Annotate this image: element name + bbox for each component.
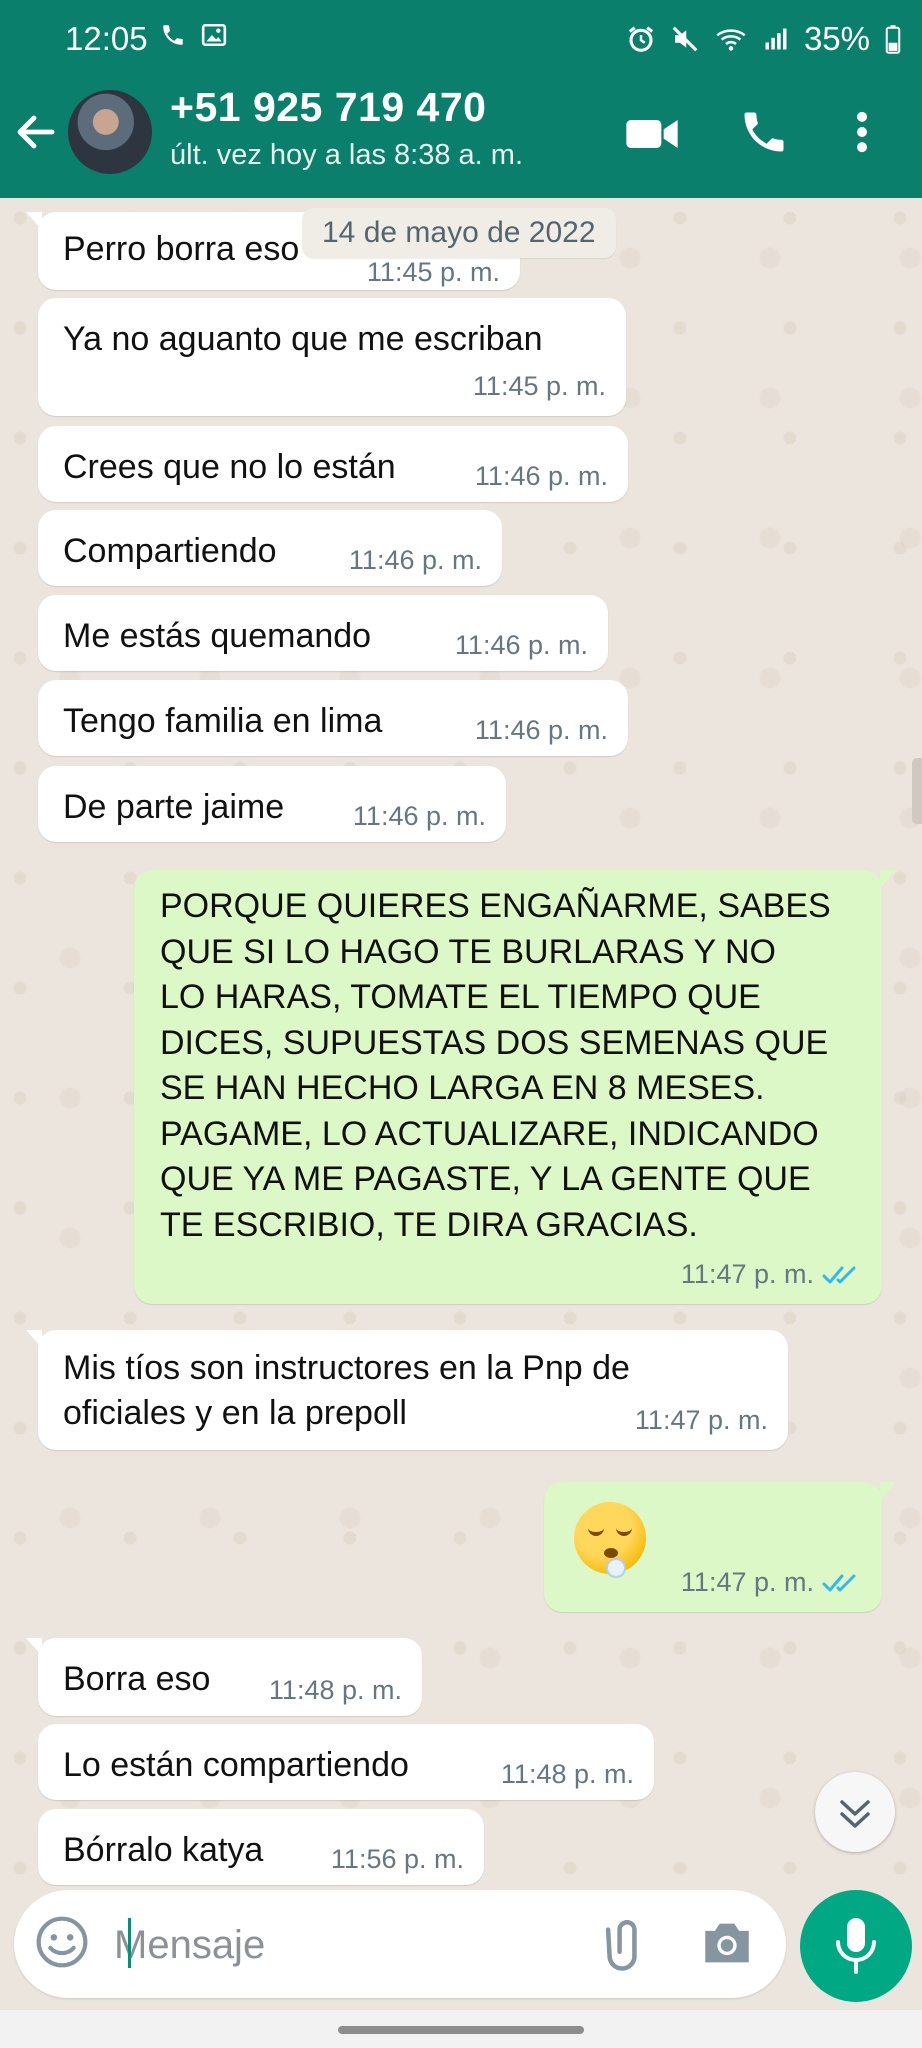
message-time: 11:48 p. m. bbox=[268, 1675, 402, 1705]
message-outgoing[interactable]: PORQUE QUIERES ENGAÑARME, SABES QUE SI L… bbox=[134, 870, 896, 1304]
message-text: De parte jaime bbox=[63, 788, 285, 826]
message-text: Mis tíos son instructores en la Pnp de o… bbox=[63, 1349, 630, 1432]
scroll-to-bottom-button[interactable] bbox=[815, 1772, 895, 1852]
mute-icon bbox=[672, 26, 698, 52]
message-time: 11:46 p. m. bbox=[474, 715, 608, 745]
wifi-icon bbox=[716, 29, 746, 51]
attach-button[interactable] bbox=[594, 1912, 658, 1976]
message-text: Crees que no lo están bbox=[63, 448, 396, 486]
message-time: 11:47 p. m. bbox=[680, 1567, 814, 1597]
video-call-icon bbox=[626, 120, 678, 148]
emoji-button[interactable] bbox=[34, 1914, 94, 1974]
phone-icon bbox=[163, 25, 183, 45]
back-button[interactable] bbox=[12, 108, 68, 168]
image-icon bbox=[201, 23, 227, 47]
voice-call-button[interactable] bbox=[738, 106, 798, 166]
contact-name: +51 925 719 470 bbox=[170, 84, 487, 130]
contact-info[interactable]: +51 925 719 470 últ. vez hoy a las 8:38 … bbox=[170, 84, 523, 172]
date-chip: 14 de mayo de 2022 bbox=[302, 208, 616, 258]
paperclip-icon bbox=[605, 1920, 637, 1971]
message-text: Me estás quemando bbox=[63, 617, 372, 655]
message-text: Compartiendo bbox=[63, 532, 277, 570]
camera-button[interactable] bbox=[698, 1914, 762, 1974]
message-text: Ya no aguanto que me escriban bbox=[63, 320, 543, 358]
camera-icon bbox=[705, 1923, 749, 1963]
message-text: Tengo familia en lima bbox=[63, 702, 383, 740]
message-incoming[interactable]: Bórralo katya 11:56 p. m. bbox=[38, 1809, 484, 1885]
status-bar: 12:05 35% bbox=[0, 0, 922, 80]
voice-message-button[interactable] bbox=[800, 1890, 912, 2002]
message-composer bbox=[14, 1890, 786, 1998]
message-incoming[interactable]: Me estás quemando 11:46 p. m. bbox=[38, 595, 608, 671]
double-check-icon bbox=[822, 1574, 856, 1591]
sleepy-face-emoji bbox=[574, 1502, 646, 1578]
chevron-double-down-icon bbox=[840, 1800, 870, 1828]
message-time: 11:46 p. m. bbox=[454, 630, 588, 660]
message-time: 11:47 p. m. bbox=[634, 1405, 768, 1435]
home-gesture-handle[interactable] bbox=[338, 2026, 584, 2034]
double-check-icon bbox=[822, 1266, 856, 1283]
message-incoming[interactable]: Mis tíos son instructores en la Pnp de o… bbox=[26, 1330, 788, 1450]
scrollbar[interactable] bbox=[912, 758, 922, 824]
chat-area[interactable]: Perro borra eso 11:45 p. m. 14 de mayo d… bbox=[0, 198, 922, 1890]
battery-icon bbox=[885, 25, 901, 54]
message-text: Borra eso bbox=[63, 1660, 211, 1698]
message-time: 11:45 p. m. bbox=[472, 371, 606, 401]
message-time: 11:48 p. m. bbox=[500, 1759, 634, 1789]
system-nav-bar bbox=[0, 2010, 922, 2048]
video-call-button[interactable] bbox=[624, 106, 684, 166]
chat-header: +51 925 719 470 últ. vez hoy a las 8:38 … bbox=[0, 80, 922, 198]
avatar[interactable] bbox=[68, 90, 152, 174]
emoji-icon bbox=[36, 1916, 88, 1968]
voice-call-icon bbox=[744, 112, 784, 152]
signal-icon bbox=[765, 28, 787, 50]
message-incoming[interactable]: Compartiendo 11:46 p. m. bbox=[38, 510, 502, 586]
last-seen: últ. vez hoy a las 8:38 a. m. bbox=[170, 139, 524, 171]
back-arrow-icon bbox=[17, 115, 55, 149]
message-text: Perro borra eso bbox=[63, 230, 300, 268]
message-incoming[interactable]: Lo están compartiendo 11:48 p. m. bbox=[38, 1724, 654, 1800]
message-input[interactable] bbox=[114, 1910, 594, 1980]
more-vert-icon bbox=[857, 111, 867, 153]
message-time: 11:47 p. m. bbox=[680, 1259, 814, 1289]
mic-icon bbox=[836, 1918, 876, 1974]
message-time: 11:46 p. m. bbox=[474, 461, 608, 491]
message-text: Lo están compartiendo bbox=[63, 1746, 409, 1784]
message-text: PORQUE QUIERES ENGAÑARME, SABES QUE SI L… bbox=[160, 887, 831, 1244]
message-time: 11:46 p. m. bbox=[352, 801, 486, 831]
message-incoming[interactable]: Tengo familia en lima 11:46 p. m. bbox=[38, 680, 628, 756]
more-options-button[interactable] bbox=[842, 106, 892, 166]
message-incoming[interactable]: Ya no aguanto que me escriban 11:45 p. m… bbox=[38, 298, 626, 416]
message-text: Bórralo katya bbox=[63, 1831, 264, 1869]
message-outgoing-emoji[interactable]: 11:47 p. m. bbox=[544, 1482, 896, 1612]
status-time: 12:05 bbox=[65, 20, 148, 57]
message-time: 11:46 p. m. bbox=[348, 545, 482, 575]
message-time: 11:56 p. m. bbox=[330, 1844, 464, 1874]
message-time: 11:45 p. m. bbox=[366, 257, 500, 287]
battery-percent: 35% bbox=[803, 20, 870, 57]
message-incoming[interactable]: De parte jaime 11:46 p. m. bbox=[38, 766, 506, 842]
message-incoming[interactable]: Borra eso 11:48 p. m. bbox=[26, 1638, 422, 1716]
message-incoming[interactable]: Crees que no lo están 11:46 p. m. bbox=[38, 426, 628, 502]
text-cursor bbox=[128, 1918, 131, 1968]
alarm-icon bbox=[628, 26, 654, 52]
